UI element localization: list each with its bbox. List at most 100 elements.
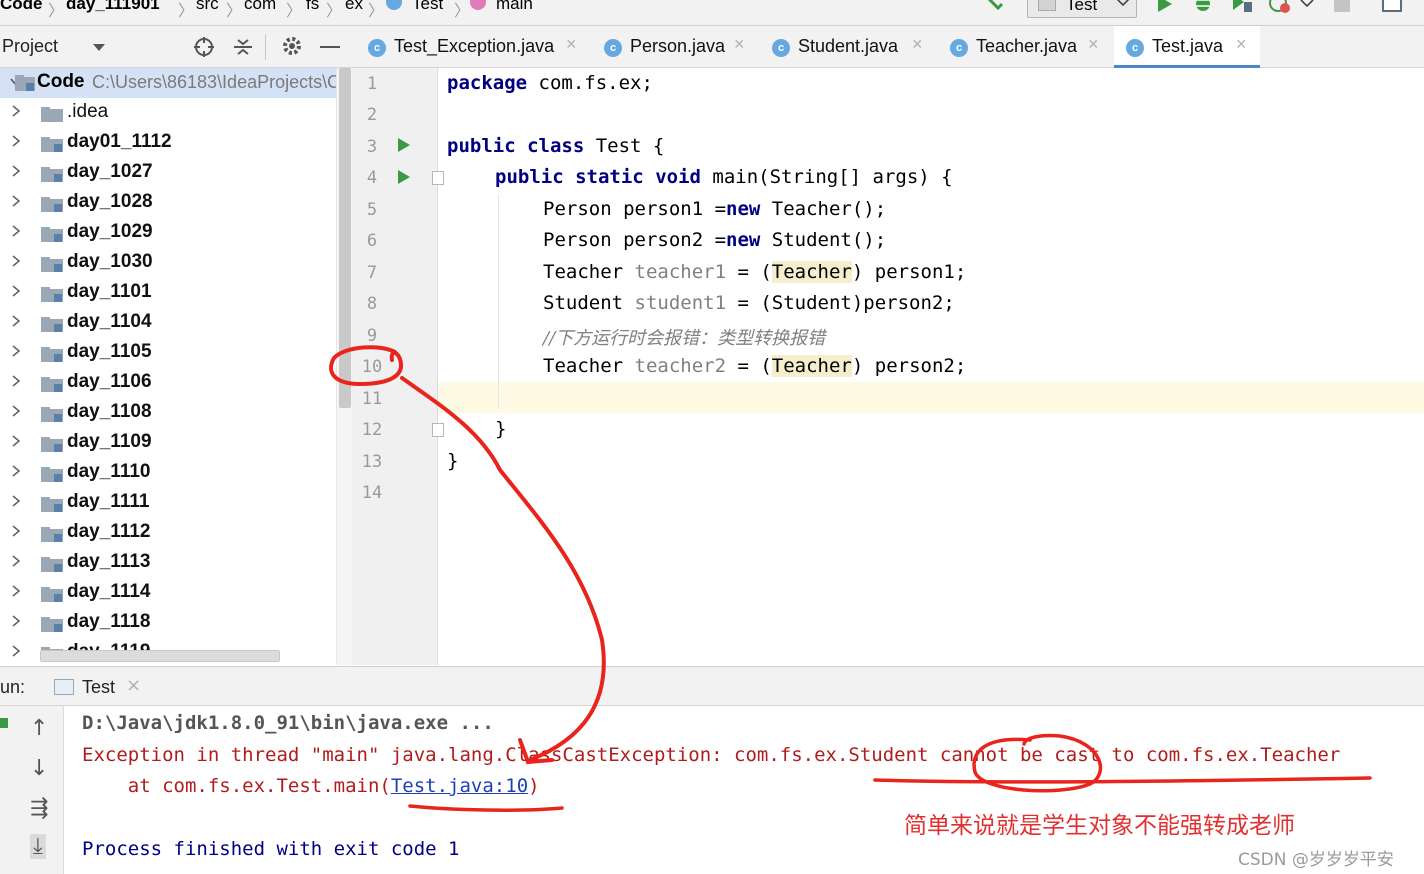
chevron-down-icon[interactable] xyxy=(92,43,106,53)
module-folder-icon xyxy=(41,257,63,272)
line-number: 11 xyxy=(361,389,383,409)
run-with-coverage-icon[interactable] xyxy=(1230,0,1254,14)
chevron-right-icon[interactable] xyxy=(10,374,22,388)
collapse-all-icon[interactable] xyxy=(232,36,254,58)
chevron-right-icon[interactable] xyxy=(10,614,22,628)
chevron-right-icon[interactable] xyxy=(10,224,22,238)
run-gutter-icon[interactable] xyxy=(398,138,410,152)
chevron-right-icon[interactable] xyxy=(10,344,22,358)
arrow-down-icon[interactable]: ↓ xyxy=(30,756,48,781)
tree-item[interactable]: day_1108 xyxy=(0,398,336,428)
project-panel-title[interactable]: Project xyxy=(2,36,58,57)
chevron-right-icon[interactable] xyxy=(10,464,22,478)
tree-item[interactable]: day_1113 xyxy=(0,548,336,578)
tab-test[interactable]: c Test.java × xyxy=(1114,26,1260,68)
unused-variable: teacher1 xyxy=(634,261,727,283)
chevron-right-icon[interactable] xyxy=(10,404,22,418)
tree-item[interactable]: day_1028 xyxy=(0,188,336,218)
tab-teacher[interactable]: c Teacher.java × xyxy=(950,26,1110,68)
tree-item[interactable]: day01_1112 xyxy=(0,128,336,158)
module-folder-icon xyxy=(41,137,63,152)
tree-item[interactable]: day_1118 xyxy=(0,608,336,638)
tree-item[interactable]: day_1027 xyxy=(0,158,336,188)
tree-item[interactable]: day_1104 xyxy=(0,308,336,338)
stop-icon[interactable] xyxy=(1334,0,1350,12)
tree-item-label: day_1109 xyxy=(67,431,152,452)
tree-item-label: day_1113 xyxy=(67,551,151,572)
code-text: = ( xyxy=(726,261,772,283)
module-folder-icon xyxy=(41,437,63,452)
chevron-right-icon[interactable] xyxy=(10,434,22,448)
tab-student[interactable]: c Student.java × xyxy=(772,26,932,68)
tree-item[interactable]: day_1030 xyxy=(0,248,336,278)
keyword: class xyxy=(527,135,585,157)
project-structure-icon[interactable] xyxy=(1382,0,1402,12)
run-icon[interactable] xyxy=(1156,0,1174,14)
run-configuration-select[interactable]: Test xyxy=(1027,0,1137,18)
profile-icon[interactable] xyxy=(1268,0,1292,14)
tree-item[interactable]: day_1101 xyxy=(0,278,336,308)
debug-icon[interactable] xyxy=(1192,0,1214,14)
tab-test-exception[interactable]: c Test_Exception.java × xyxy=(368,26,588,68)
keyword: new xyxy=(726,198,761,220)
tree-item[interactable]: day_1114 xyxy=(0,578,336,608)
run-gutter-icon[interactable] xyxy=(398,170,410,184)
soft-wrap-icon[interactable]: ⇶ xyxy=(30,796,48,821)
tab-person[interactable]: c Person.java × xyxy=(604,26,756,68)
stacktrace-text: ) xyxy=(528,775,540,797)
build-hammer-icon[interactable] xyxy=(986,0,1008,12)
tree-item[interactable]: day_1029 xyxy=(0,218,336,248)
stacktrace-link[interactable]: Test.java:10 xyxy=(391,775,528,797)
chevron-right-icon[interactable] xyxy=(10,554,22,568)
chevron-right-icon[interactable] xyxy=(10,134,22,148)
scrollbar-thumb[interactable] xyxy=(339,68,351,408)
breadcrumb-item-fs[interactable]: fs xyxy=(306,0,319,14)
chevron-right-icon[interactable] xyxy=(10,494,22,508)
breadcrumb-item-module[interactable]: day_111901 xyxy=(66,0,160,14)
module-folder-icon xyxy=(41,527,63,542)
close-icon[interactable]: × xyxy=(734,34,745,55)
breadcrumb-item-src[interactable]: src xyxy=(196,0,219,14)
chevron-right-icon[interactable] xyxy=(10,524,22,538)
chevron-down-icon[interactable] xyxy=(1300,0,1314,8)
breadcrumb-item-project[interactable]: Code xyxy=(0,0,43,14)
close-icon[interactable]: × xyxy=(126,675,141,696)
tree-item[interactable]: .idea xyxy=(0,98,336,128)
breadcrumb-item-class[interactable]: Test xyxy=(412,0,443,14)
tree-item[interactable]: day_1111 xyxy=(0,488,336,518)
breadcrumb-item-method[interactable]: main xyxy=(496,0,533,14)
tree-item[interactable]: day_1105 xyxy=(0,338,336,368)
console-exit-line: Process finished with exit code 1 xyxy=(82,838,460,860)
chevron-right-icon[interactable] xyxy=(10,644,22,658)
breadcrumb-item-com[interactable]: com xyxy=(244,0,276,14)
chevron-right-icon[interactable] xyxy=(10,584,22,598)
tree-root-node[interactable]: Code C:\Users\86183\IdeaProjects\C xyxy=(0,68,340,98)
horizontal-scrollbar[interactable] xyxy=(40,650,280,662)
tree-item[interactable]: day_1109 xyxy=(0,428,336,458)
scroll-to-end-icon[interactable]: ⤓ xyxy=(30,834,46,859)
chevron-right-icon[interactable] xyxy=(10,164,22,178)
code-text: ) person2; xyxy=(851,355,967,377)
tree-item[interactable]: day_1106 xyxy=(0,368,336,398)
gear-icon[interactable] xyxy=(281,35,303,57)
rerun-icon[interactable] xyxy=(0,718,8,728)
run-tab-test[interactable]: Test xyxy=(82,677,115,698)
chevron-right-icon[interactable] xyxy=(10,194,22,208)
chevron-right-icon[interactable] xyxy=(10,284,22,298)
close-icon[interactable]: × xyxy=(1088,34,1099,55)
fold-marker-icon[interactable] xyxy=(432,423,444,437)
tree-item[interactable]: day_1110 xyxy=(0,458,336,488)
close-icon[interactable]: × xyxy=(566,34,577,55)
arrow-up-icon[interactable]: ↑ xyxy=(30,716,48,741)
fold-marker-icon[interactable] xyxy=(432,171,444,185)
close-icon[interactable]: × xyxy=(1236,34,1247,55)
tree-item[interactable]: day_1112 xyxy=(0,518,336,548)
vertical-scrollbar[interactable] xyxy=(336,68,352,665)
minimize-icon[interactable] xyxy=(320,46,340,48)
close-icon[interactable]: × xyxy=(912,34,923,55)
chevron-right-icon[interactable] xyxy=(10,104,22,118)
breadcrumb-item-ex[interactable]: ex xyxy=(345,0,363,14)
chevron-right-icon[interactable] xyxy=(10,254,22,268)
chevron-right-icon[interactable] xyxy=(10,314,22,328)
locate-target-icon[interactable] xyxy=(193,36,215,58)
